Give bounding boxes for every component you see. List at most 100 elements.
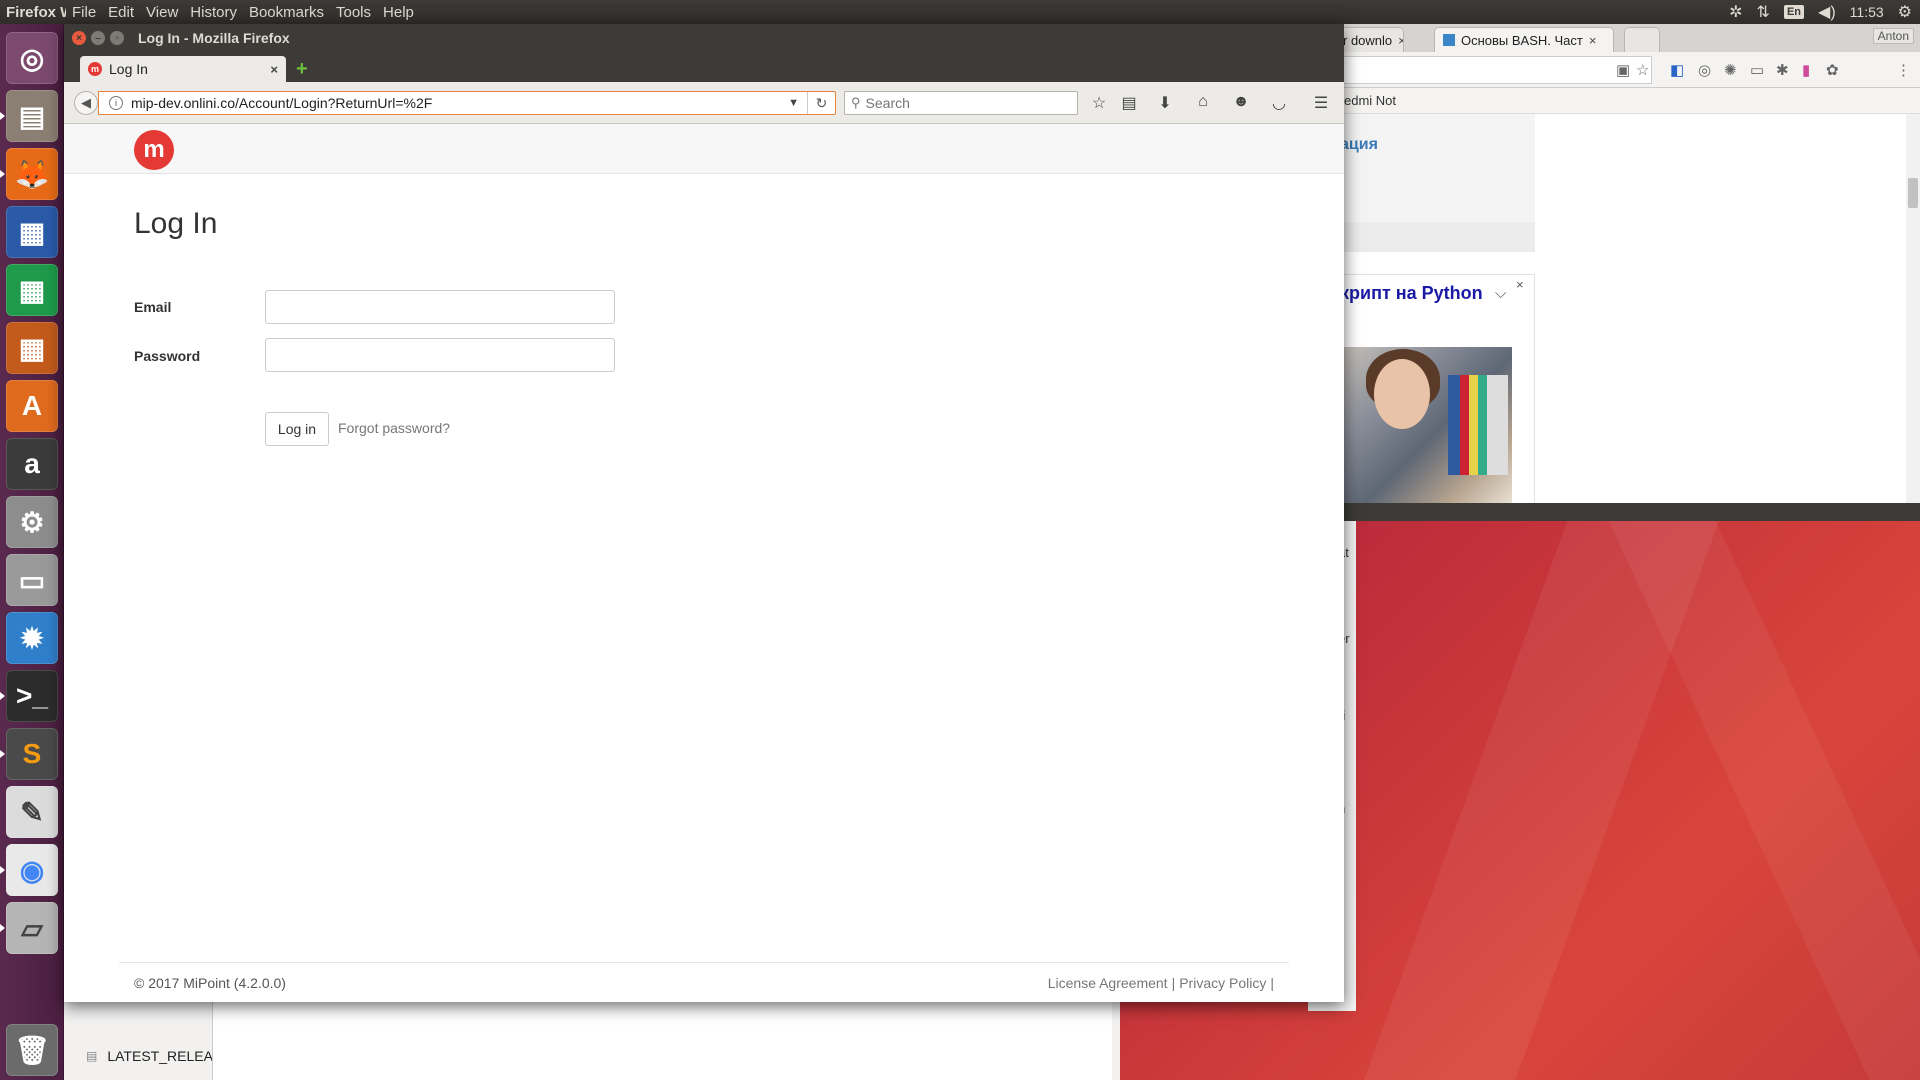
menu-bar: File Edit View History Bookmarks Tools H…: [66, 4, 420, 21]
ad-image[interactable]: [1340, 347, 1512, 505]
new-tab-plus-icon[interactable]: +: [296, 58, 308, 81]
chrome-new-tab[interactable]: [1624, 27, 1660, 52]
ad-title[interactable]: крипт на Python: [1340, 283, 1483, 304]
site-logo[interactable]: m: [134, 130, 174, 170]
url-text[interactable]: mip-dev.onlini.co/Account/Login?ReturnUr…: [131, 95, 780, 111]
launcher-ubuntu-dash[interactable]: ◎: [6, 32, 58, 84]
extension-icon[interactable]: ✿: [1826, 61, 1839, 79]
search-box[interactable]: ⚲: [844, 91, 1078, 115]
chrome-user-badge[interactable]: Anton: [1872, 28, 1914, 44]
downloads-icon[interactable]: ⬇: [1154, 93, 1176, 113]
bookmark-item[interactable]: edmi Not: [1344, 93, 1396, 108]
email-field[interactable]: [265, 290, 615, 324]
close-window-icon[interactable]: ×: [72, 31, 86, 45]
amazon-icon: a: [24, 448, 40, 479]
launcher-sublime-text[interactable]: S: [0, 728, 58, 780]
launcher-system-settings[interactable]: ⚙: [6, 496, 58, 548]
launcher-software-center[interactable]: A: [6, 380, 58, 432]
email-label: Email: [134, 299, 172, 315]
minimize-window-icon[interactable]: –: [91, 31, 105, 45]
menu-tools[interactable]: Tools: [330, 4, 377, 21]
site-favicon-icon: m: [88, 62, 102, 76]
volume-icon[interactable]: ◀): [1818, 2, 1836, 22]
close-icon[interactable]: ×: [1398, 33, 1403, 48]
back-arrow-icon[interactable]: ◀: [74, 91, 98, 115]
launcher-trash[interactable]: 🗑: [6, 1024, 58, 1076]
person-face-shape: [1374, 359, 1430, 429]
running-indicator: [0, 866, 5, 874]
chrome-tab-label: Основы BASH. Част: [1461, 32, 1583, 48]
close-icon[interactable]: ×: [1589, 33, 1597, 48]
firefox-window[interactable]: × – ▫ Log In - Mozilla Firefox m Log In …: [64, 24, 1344, 1002]
keyboard-layout-indicator[interactable]: En: [1783, 5, 1805, 19]
translate-icon[interactable]: ▣: [1616, 61, 1630, 79]
url-bar[interactable]: i mip-dev.onlini.co/Account/Login?Return…: [98, 91, 836, 115]
extension-icon[interactable]: ▭: [1750, 61, 1764, 79]
translate-ext-icon[interactable]: ◧: [1670, 61, 1684, 79]
tab-log-in[interactable]: m Log In ×: [80, 56, 286, 82]
menu-view[interactable]: View: [140, 4, 184, 21]
window-titlebar[interactable]: × – ▫ Log In - Mozilla Firefox: [64, 24, 1344, 52]
extension-icon[interactable]: ▮: [1802, 61, 1810, 79]
chrome-tab-downloads[interactable]: r downlo ×: [1334, 27, 1404, 52]
launcher-firefox[interactable]: 🦊: [0, 148, 58, 200]
close-icon[interactable]: ×: [1516, 277, 1524, 292]
bookmark-star-icon[interactable]: ☆: [1088, 93, 1110, 113]
menu-history[interactable]: History: [184, 4, 243, 21]
launcher-chrome[interactable]: ◉: [0, 844, 58, 896]
extension-icon[interactable]: ◎: [1698, 61, 1711, 79]
page-title: Log In: [134, 207, 218, 240]
sidebar-link[interactable]: ация: [1340, 136, 1378, 154]
launcher-libreoffice-writer[interactable]: ▦: [6, 206, 58, 258]
info-icon[interactable]: i: [109, 96, 123, 110]
chrome-omnibox[interactable]: [1340, 56, 1652, 84]
menu-bookmarks[interactable]: Bookmarks: [243, 4, 330, 21]
password-field[interactable]: [265, 338, 615, 372]
chrome-tab-bash[interactable]: Основы BASH. Част ×: [1434, 27, 1614, 52]
menu-icon[interactable]: ⋮: [1896, 61, 1911, 79]
menu-file[interactable]: File: [66, 4, 102, 21]
trash-icon: 🗑: [14, 1034, 50, 1066]
launcher-printer[interactable]: ▭: [6, 554, 58, 606]
file-item[interactable]: ▤ LATEST_RELEA: [86, 1048, 213, 1064]
launcher-text-editor[interactable]: ✎: [6, 786, 58, 838]
launcher-libreoffice-impress[interactable]: ▦: [6, 322, 58, 374]
forgot-password-link[interactable]: Forgot password?: [338, 420, 450, 436]
privacy-policy-link[interactable]: Privacy Policy: [1179, 975, 1266, 991]
license-agreement-link[interactable]: License Agreement: [1048, 975, 1168, 991]
chevron-down-icon[interactable]: ▼: [780, 97, 807, 109]
launcher-files[interactable]: ▤: [0, 90, 58, 142]
extension-icon[interactable]: ✺: [1724, 61, 1737, 79]
maximize-window-icon[interactable]: ▫: [110, 31, 124, 45]
launcher-libreoffice-calc[interactable]: ▦: [6, 264, 58, 316]
clock[interactable]: 11:53: [1850, 4, 1884, 20]
files-window[interactable]: ▤ LATEST_RELEA: [64, 1000, 1120, 1080]
home-icon[interactable]: ⌂: [1192, 93, 1214, 111]
ad-block[interactable]: крипт на Python ⌵ ×: [1340, 274, 1535, 505]
menu-help[interactable]: Help: [377, 4, 420, 21]
bookmarks-menu-icon[interactable]: ▤: [1118, 93, 1140, 113]
launcher-disk[interactable]: ▱: [0, 902, 58, 954]
launcher-amazon[interactable]: a: [6, 438, 58, 490]
scrollbar-thumb[interactable]: [1908, 178, 1918, 208]
search-input[interactable]: [865, 95, 1066, 111]
launcher-system-monitor[interactable]: ✹: [6, 612, 58, 664]
gear-icon[interactable]: ⚙: [1898, 2, 1912, 22]
chat-icon[interactable]: ☻: [1230, 93, 1252, 111]
star-icon[interactable]: ☆: [1636, 61, 1649, 79]
libreoffice-writer-icon: ▦: [18, 216, 46, 248]
bookshelf-shape: [1448, 375, 1508, 475]
chevron-down-icon[interactable]: ⌵: [1495, 285, 1506, 302]
menu-edit[interactable]: Edit: [102, 4, 140, 21]
launcher-terminal[interactable]: >_: [0, 670, 58, 722]
settings-indicator-icon[interactable]: ✲: [1729, 2, 1742, 22]
network-icon[interactable]: ⇅: [1757, 2, 1770, 22]
chrome-window[interactable]: r downlo × Основы BASH. Част × Anton ▣ ☆…: [1334, 24, 1920, 505]
pocket-icon[interactable]: ◡: [1268, 93, 1290, 113]
chrome-scrollbar[interactable]: [1906, 114, 1920, 504]
extension-icon[interactable]: ✱: [1776, 61, 1789, 79]
login-button[interactable]: Log in: [265, 412, 329, 446]
hamburger-menu-icon[interactable]: ☰: [1310, 93, 1332, 113]
close-tab-icon[interactable]: ×: [270, 62, 278, 77]
reload-icon[interactable]: ↻: [807, 92, 835, 114]
